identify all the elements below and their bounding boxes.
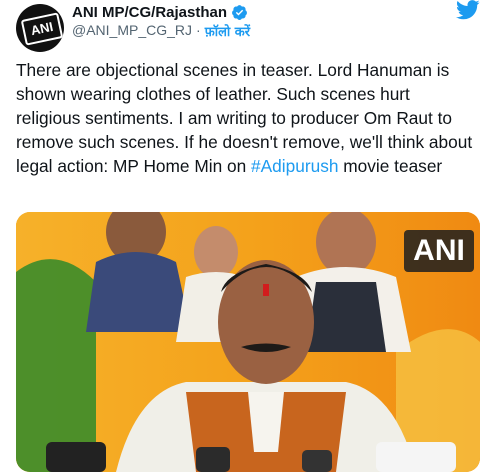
account-handle[interactable]: @ANI_MP_CG_RJ [72,22,192,40]
tweet-media[interactable]: ANI [16,212,480,472]
name-row: ANI MP/CG/Rajasthan [72,2,248,22]
separator-dot: · [196,22,201,38]
twitter-bird-icon[interactable] [456,0,480,20]
ani-watermark: ANI [404,230,474,272]
avatar[interactable]: ANI [16,4,64,52]
hashtag-link[interactable]: #Adipurush [251,156,338,176]
tweet-text: There are objectional scenes in teaser. … [16,58,476,178]
avatar-logo-text: ANI [20,12,64,46]
account-name[interactable]: ANI MP/CG/Rajasthan [72,4,227,21]
tweet-body-end: movie teaser [338,156,443,176]
tweet-header: ANI ANI MP/CG/Rajasthan @ANI_MP_CG_RJ · … [0,0,481,52]
handle-row: @ANI_MP_CG_RJ · फ़ॉलो करें [72,22,250,40]
verified-badge-icon [232,4,247,20]
follow-button[interactable]: फ़ॉलो करें [205,22,250,40]
